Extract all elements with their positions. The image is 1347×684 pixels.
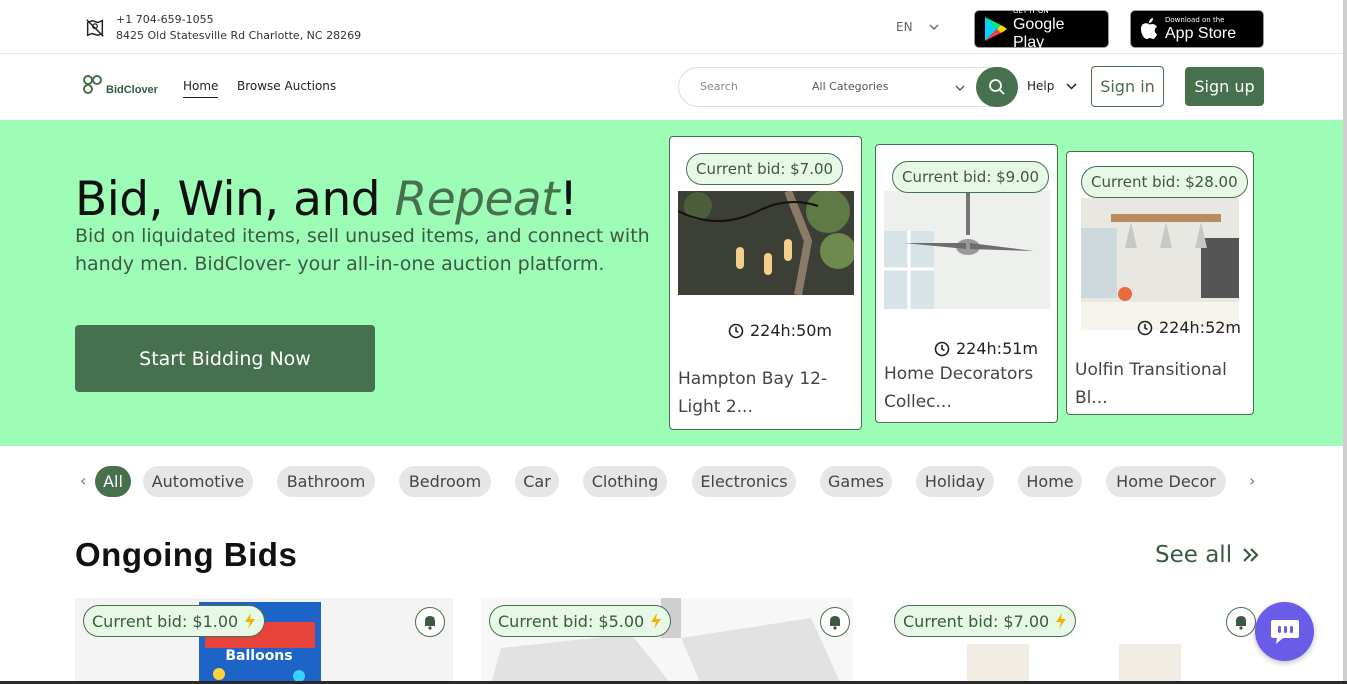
- category-filter: ‹ All Automotive Bathroom Bedroom Car Cl…: [0, 464, 1347, 500]
- google-play-button[interactable]: GET IT ON Google Play: [974, 6, 1109, 51]
- category-chip-games[interactable]: Games: [820, 466, 892, 497]
- current-bid-badge: Current bid: $1.00: [83, 605, 266, 637]
- current-bid-text: Current bid: $5.00: [498, 611, 645, 631]
- app-store-label: App Store: [1165, 24, 1237, 42]
- clock-icon: [934, 341, 950, 356]
- google-play-icon: [984, 17, 1007, 41]
- apple-icon: [1141, 18, 1157, 39]
- help-label: Help: [1027, 79, 1055, 93]
- double-chevron-right-icon: [1243, 548, 1259, 562]
- location-icon: [86, 19, 104, 37]
- product-image: [884, 191, 1050, 309]
- section-title: Ongoing Bids: [75, 536, 298, 573]
- clock-icon: [728, 323, 744, 338]
- nav-browse-auctions[interactable]: Browse Auctions: [237, 79, 336, 93]
- current-bid-badge: Current bid: $9.00: [892, 161, 1050, 193]
- product-name: Hampton Bay 12-Light 2...: [678, 369, 828, 417]
- product-name: Home Decorators Collec...: [884, 364, 1034, 412]
- help-menu[interactable]: Help: [1027, 79, 1077, 93]
- hero-title-emphasis: Repeat: [394, 172, 560, 227]
- lightning-icon: [1056, 613, 1067, 629]
- featured-auction-card[interactable]: Current bid: $28.00 224h:52m Uolfin Tran…: [1066, 151, 1254, 415]
- hero-title-text: Bid, Win, and: [75, 172, 395, 227]
- chevron-right-icon[interactable]: ›: [1249, 471, 1255, 490]
- logo-text: BidClover: [106, 84, 158, 96]
- search-input[interactable]: Search: [700, 80, 738, 93]
- auction-timer: 224h:52m: [1137, 318, 1241, 337]
- top-info-bar: +1 704-659-1055 8425 Old Statesville Rd …: [0, 0, 1347, 54]
- watch-button[interactable]: [415, 607, 445, 637]
- hero-title-exclaim: !: [559, 172, 578, 227]
- chevron-down-icon: [955, 85, 965, 91]
- search-icon: [989, 79, 1005, 95]
- category-chip-home[interactable]: Home: [1018, 466, 1082, 497]
- nav-home[interactable]: Home: [183, 79, 219, 98]
- watch-button[interactable]: [820, 607, 850, 637]
- current-bid-badge: Current bid: $7.00: [894, 605, 1077, 637]
- app-store-button[interactable]: Download on the App Store: [1130, 10, 1264, 48]
- category-chip-home-decor[interactable]: Home Decor: [1106, 466, 1226, 497]
- bell-icon: [830, 616, 840, 630]
- search-button[interactable]: [976, 67, 1018, 107]
- scrollbar[interactable]: [1343, 0, 1347, 684]
- category-chip-car[interactable]: Car: [515, 466, 559, 497]
- address: 8425 Old Statesville Rd Charlotte, NC 28…: [116, 29, 362, 42]
- lightning-icon: [245, 613, 256, 629]
- clover-logo-icon: [83, 75, 102, 94]
- product-image: [678, 191, 854, 295]
- app-store-small: Download on the: [1165, 15, 1225, 24]
- featured-auction-card[interactable]: Current bid: $9.00 224h:51m Home Decorat…: [875, 144, 1058, 423]
- language-label: EN: [896, 20, 913, 34]
- auction-timer: 224h:50m: [728, 321, 832, 340]
- hero-subtitle: Bid on liquidated items, sell unused ite…: [75, 225, 650, 275]
- lightning-icon: [651, 613, 662, 629]
- main-navbar: BidClover Home Browse Auctions Search Al…: [0, 54, 1347, 120]
- language-select[interactable]: EN: [896, 20, 939, 34]
- start-bidding-button[interactable]: Start Bidding Now: [75, 325, 375, 392]
- category-select[interactable]: All Categories: [812, 80, 888, 93]
- category-chip-bathroom[interactable]: Bathroom: [277, 466, 375, 497]
- category-chip-all[interactable]: All: [95, 466, 131, 497]
- current-bid-text: Current bid: $1.00: [92, 611, 239, 631]
- product-name: Uolfin Transitional Bl...: [1075, 360, 1227, 408]
- current-bid-badge: Current bid: $5.00: [489, 605, 672, 637]
- timer-value: 224h:50m: [750, 321, 833, 340]
- search-bar: Search All Categories: [678, 67, 1018, 107]
- auction-timer: 224h:51m: [934, 339, 1038, 358]
- timer-value: 224h:52m: [1159, 318, 1242, 337]
- bell-icon: [1236, 616, 1246, 630]
- sign-up-button[interactable]: Sign up: [1185, 67, 1264, 106]
- featured-auction-card[interactable]: Current bid: $7.00 224h:50m Hampton Bay …: [669, 136, 862, 430]
- bell-icon: [425, 616, 435, 630]
- current-bid-badge: Current bid: $28.00: [1081, 166, 1248, 198]
- chevron-left-icon[interactable]: ‹: [80, 471, 86, 490]
- chevron-down-icon: [929, 24, 939, 30]
- phone-number[interactable]: +1 704-659-1055: [116, 12, 361, 28]
- hero-title: Bid, Win, and Repeat!: [75, 172, 578, 227]
- category-chip-automotive[interactable]: Automotive: [143, 466, 253, 497]
- current-bid-text: Current bid: $7.00: [903, 611, 1050, 631]
- google-play-label: Google Play: [1012, 15, 1065, 51]
- chat-button[interactable]: [1255, 602, 1314, 661]
- current-bid-badge: Current bid: $7.00: [686, 153, 844, 185]
- product-image: [1081, 198, 1239, 330]
- category-chip-holiday[interactable]: Holiday: [916, 466, 994, 497]
- hero-section: Bid, Win, and Repeat! Bid on liquidated …: [0, 120, 1347, 446]
- logo[interactable]: BidClover: [82, 74, 158, 96]
- chevron-down-icon: [1066, 82, 1077, 90]
- sign-in-button[interactable]: Sign in: [1091, 66, 1164, 107]
- category-chip-electronics[interactable]: Electronics: [692, 466, 796, 497]
- balloons-text: Balloons: [225, 648, 292, 664]
- chat-icon: [1270, 619, 1299, 644]
- contact-info: +1 704-659-1055 8425 Old Statesville Rd …: [84, 12, 361, 44]
- watch-button[interactable]: [1226, 607, 1256, 637]
- category-chip-clothing[interactable]: Clothing: [583, 466, 667, 497]
- google-play-small: GET IT ON: [1012, 6, 1049, 15]
- timer-value: 224h:51m: [956, 339, 1039, 358]
- see-all-link[interactable]: See all: [1155, 542, 1260, 568]
- see-all-label: See all: [1155, 542, 1233, 568]
- clock-icon: [1137, 320, 1153, 335]
- category-chip-bedroom[interactable]: Bedroom: [399, 466, 491, 497]
